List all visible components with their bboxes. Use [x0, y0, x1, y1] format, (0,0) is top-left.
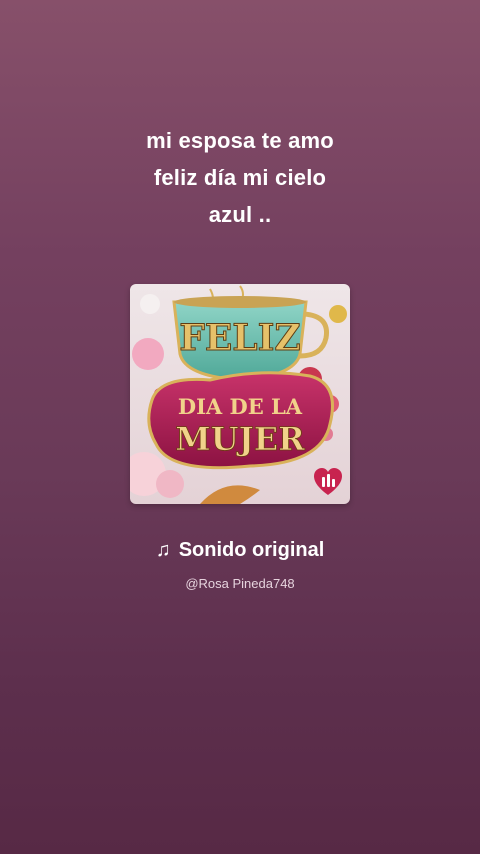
music-note-icon: ♫: [155, 539, 171, 561]
cover-text-mujer: MUJER: [175, 420, 305, 458]
cover-text-dia: DIA DE LA: [178, 394, 303, 419]
sound-title-row[interactable]: ♫ Sonido original: [0, 539, 480, 562]
sound-title: Sonido original: [178, 539, 325, 561]
sound-author[interactable]: @Rosa Pineda748: [0, 576, 480, 591]
cover-text-feliz: FELIZ: [179, 317, 300, 359]
music-bars-icon: [314, 468, 342, 495]
post-caption: mi esposa te amo feliz día mi cielo azul…: [146, 128, 334, 227]
sound-cover-art[interactable]: FELIZ DIA DE LA MUJER: [130, 284, 350, 504]
